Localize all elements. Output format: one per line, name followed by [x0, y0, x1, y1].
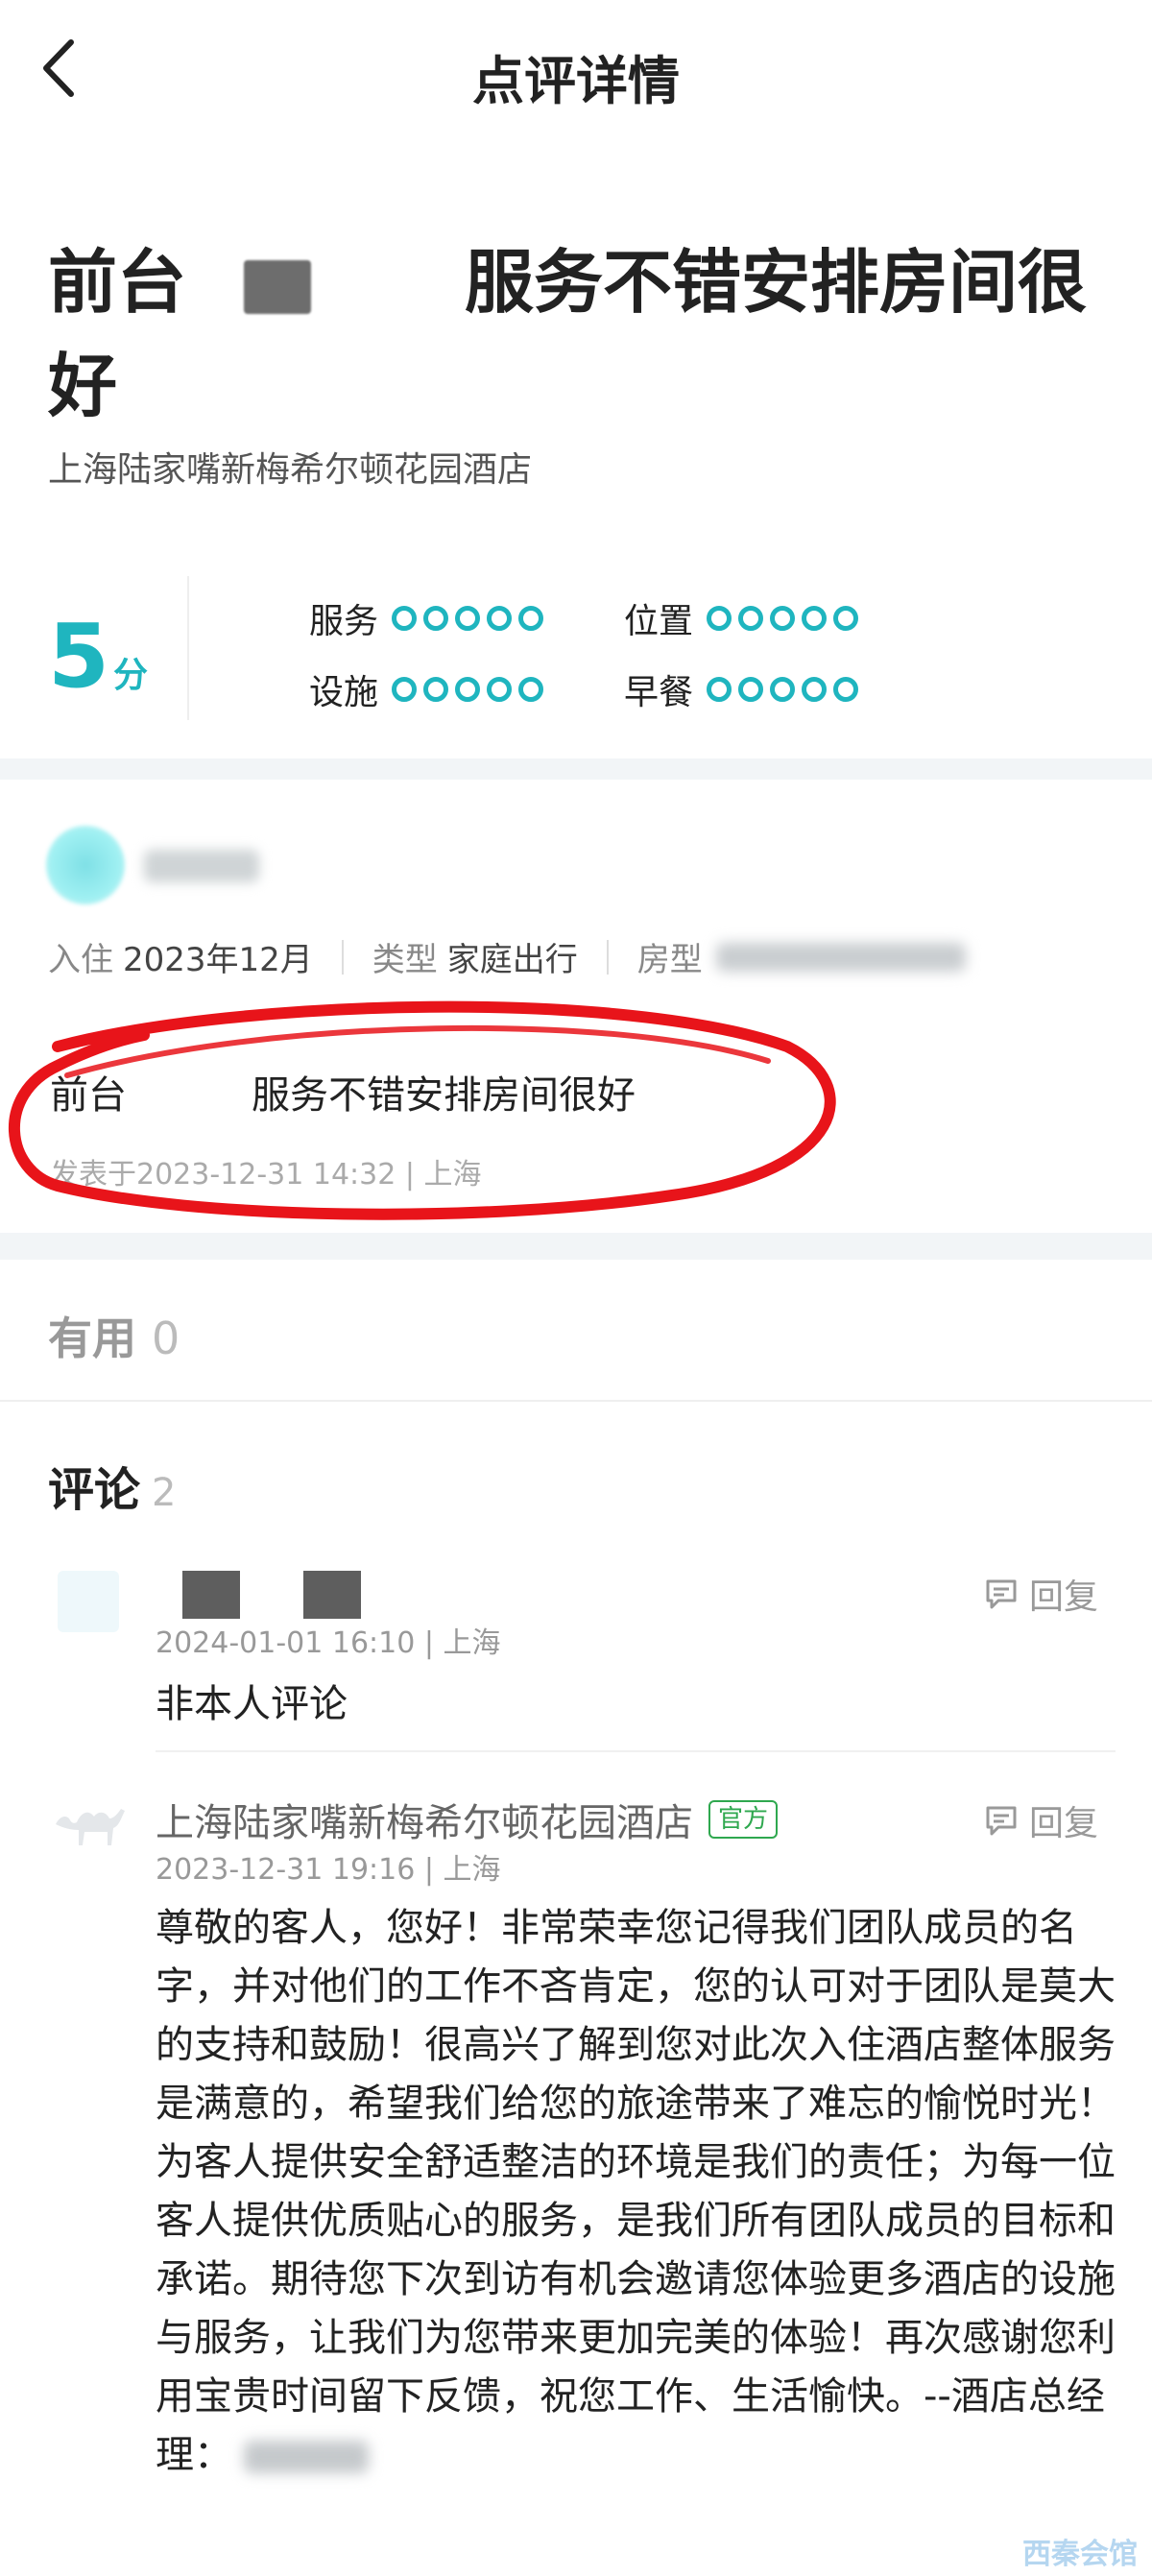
redacted-name — [244, 260, 312, 315]
top-bar: 点评详情 — [0, 0, 1152, 134]
comment-text: 非本人评论 — [156, 1682, 348, 1726]
watermark: 西秦会馆 — [1022, 2538, 1138, 2571]
redacted-block — [303, 1571, 361, 1619]
review-title-end: 服务不错安排房间很好 — [48, 242, 1088, 426]
commenter-avatar[interactable] — [58, 1571, 119, 1632]
score-divider — [187, 576, 189, 720]
review-title: 前台 服务不错安排房间很好 — [48, 230, 1114, 438]
review-text: 前台 服务不错安排房间很好 — [50, 1073, 636, 1118]
rating-dots — [392, 606, 550, 631]
section-divider — [0, 758, 1152, 780]
useful-button[interactable]: 有用 0 — [48, 1304, 180, 1367]
rating-service: 服务 — [309, 593, 550, 643]
reply-icon — [986, 1579, 1017, 1609]
section-divider — [0, 1233, 1152, 1260]
reply-button[interactable]: 回复 — [983, 1795, 1098, 1845]
rating-location: 位置 — [624, 593, 865, 643]
rating-dots — [392, 677, 550, 702]
reply-button[interactable]: 回复 — [983, 1569, 1098, 1619]
divider — [156, 1750, 1116, 1752]
rating-dots — [707, 677, 865, 702]
post-time: 发表于2023-12-31 14:32 | 上海 — [50, 1158, 482, 1192]
stay-info: 入住 2023年12月 类型 家庭出行 房型 — [48, 933, 966, 980]
rating-facilities: 设施 — [309, 664, 550, 714]
comments-header: 评论 2 — [48, 1463, 177, 1517]
official-badge: 官方 — [708, 1800, 779, 1839]
hotel-name[interactable]: 上海陆家嘴新梅希尔顿花园酒店 — [48, 442, 532, 492]
overall-score: 5分 — [48, 605, 149, 708]
rating-dots — [707, 606, 865, 631]
avatar[interactable] — [46, 826, 125, 904]
rating-breakfast: 早餐 — [624, 664, 865, 714]
divider — [0, 1400, 1152, 1402]
redacted-signature — [244, 2441, 369, 2473]
official-author: 上海陆家嘴新梅希尔顿花园酒店 官方 — [156, 1792, 779, 1847]
page-title: 点评详情 — [472, 51, 680, 111]
redacted-room-type — [715, 942, 966, 972]
redacted-block — [182, 1571, 240, 1619]
review-title-start: 前台 — [48, 242, 187, 323]
official-reply-text: 尊敬的客人，您好！非常荣幸您记得我们团队成员的名字，并对他们的工作不吝肯定，您的… — [156, 1906, 1116, 2477]
score-summary: 5分 服务 位置 设施 早餐 — [0, 576, 1152, 720]
comment-time: 2024-01-01 16:10 | 上海 — [156, 1626, 501, 1660]
comment-time: 2023-12-31 19:16 | 上海 — [156, 1853, 501, 1887]
reply-icon — [986, 1806, 1017, 1836]
camel-logo-icon — [56, 1809, 125, 1845]
redacted-username — [144, 850, 259, 882]
